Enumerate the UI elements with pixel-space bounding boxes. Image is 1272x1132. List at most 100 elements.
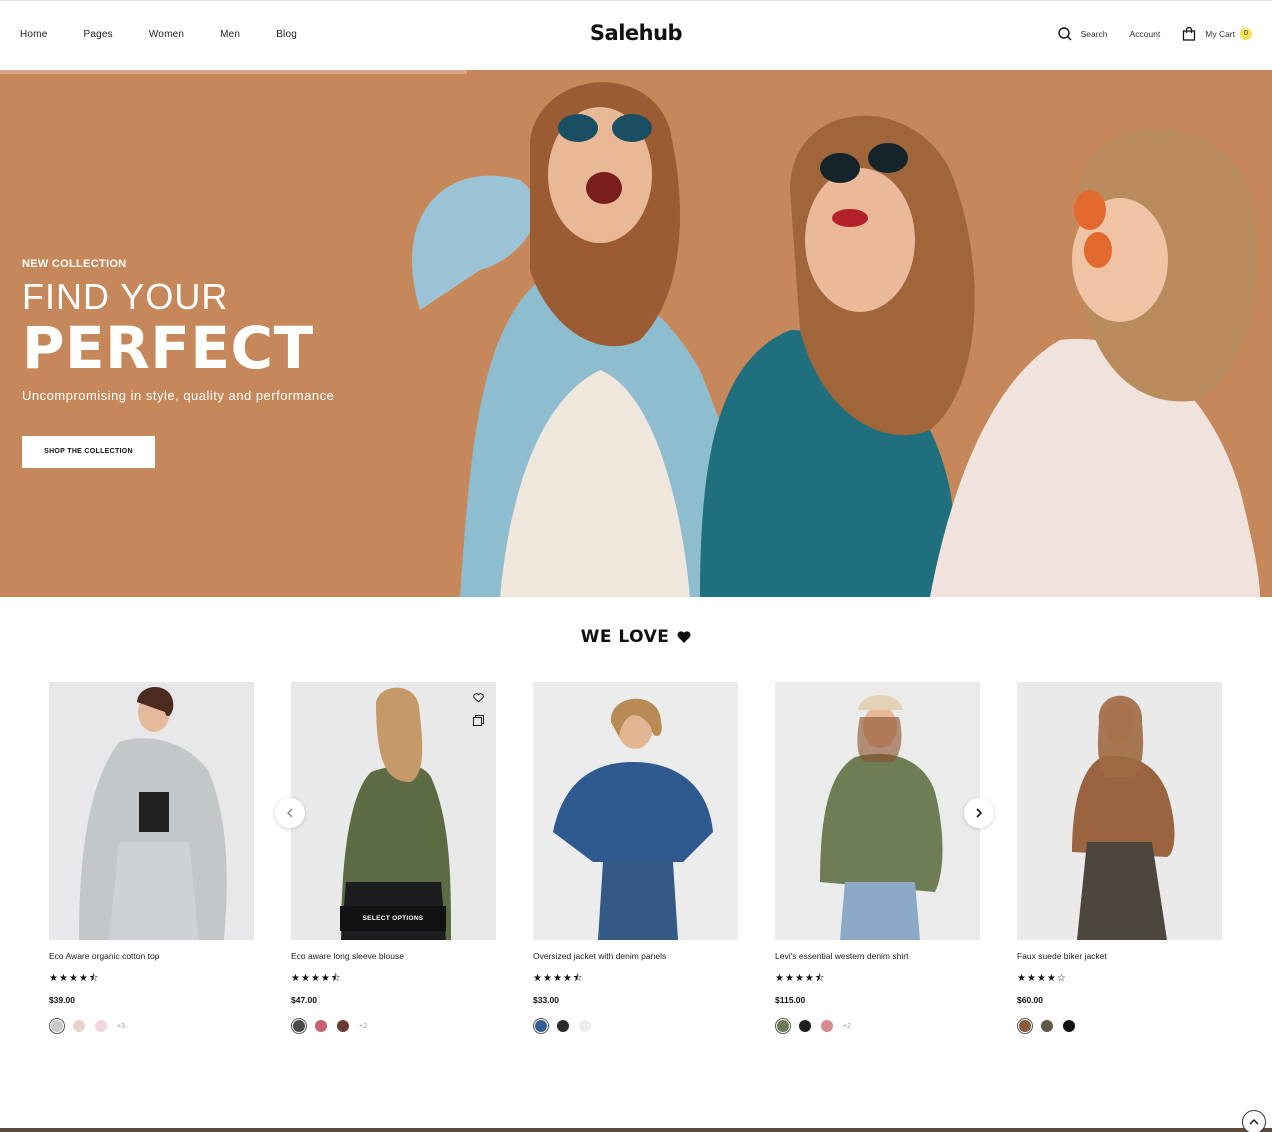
nav-pages-link[interactable]: Pages (83, 29, 112, 40)
product-rating: ★ ★ ★ ★ ⯪ (775, 974, 980, 984)
shopping-bag-icon (1183, 27, 1196, 41)
color-swatch[interactable] (577, 1018, 593, 1034)
product-name[interactable]: Eco aware long sleeve blouse (291, 951, 496, 963)
product-name[interactable]: Eco Aware organic cotton top (49, 951, 254, 963)
footer-strip (0, 1128, 1272, 1132)
star-icon: ★ (78, 973, 88, 984)
cart-count-badge: 0 (1240, 28, 1252, 40)
star-half-icon: ⯪ (572, 973, 583, 984)
color-swatches: +2 (775, 1018, 980, 1034)
product-card[interactable]: Oversized jacket with denim panels ★ ★ ★ ★ ⯪… (533, 682, 738, 1034)
quick-view-icon (472, 714, 484, 726)
hero-copy: NEW COLLECTION FIND YOUR PERFECT Uncompr… (22, 258, 334, 403)
product-card[interactable]: Levi's essential western denim shirt ★ ★ ★… (775, 682, 980, 1034)
product-name[interactable]: Oversized jacket with denim panels (533, 951, 738, 963)
account-label: Account (1129, 29, 1161, 39)
color-swatch[interactable] (335, 1018, 351, 1034)
product-price: $33.00 (533, 995, 559, 1005)
color-swatch[interactable] (1017, 1018, 1033, 1034)
color-swatch[interactable] (93, 1018, 109, 1034)
product-image[interactable] (1017, 682, 1222, 940)
wishlist-button[interactable] (470, 690, 486, 706)
nav-women-link[interactable]: Women (149, 29, 184, 40)
product-image[interactable] (775, 682, 980, 940)
section-heading: WE LOVE (0, 627, 1272, 647)
carousel-prev-button[interactable] (275, 798, 305, 828)
account-link[interactable]: Account (1130, 29, 1161, 39)
star-icon: ★ (533, 973, 542, 984)
color-swatch[interactable] (775, 1018, 791, 1034)
product-name[interactable]: Levi's essential western denim shirt (775, 951, 980, 963)
product-rating: ★ ★ ★ ★ ⯪ (49, 974, 254, 984)
site-header: Home Pages Women Men Blog Salehub Search… (0, 0, 1272, 70)
product-image[interactable] (533, 682, 738, 940)
product-rating: ★ ★ ★ ★ ☆ (1017, 974, 1222, 984)
back-to-top-button[interactable] (1242, 1110, 1266, 1132)
shop-collection-button[interactable]: SHOP THE COLLECTION (22, 436, 155, 468)
color-swatch[interactable] (533, 1018, 549, 1034)
nav-men-link[interactable]: Men (220, 29, 240, 40)
product-price: $39.00 (49, 995, 75, 1005)
hero-subtitle: Uncompromising in style, quality and per… (22, 388, 335, 403)
main-nav: Home Pages Women Men Blog (20, 29, 333, 40)
select-options-button[interactable]: SELECT OPTIONS (340, 906, 446, 931)
heart-outline-icon (472, 693, 484, 703)
product-card[interactable]: SELECT OPTIONS Eco aware long sleeve blo… (291, 682, 496, 1034)
product-photo (775, 682, 980, 940)
color-swatches: +2 (291, 1018, 496, 1034)
nav-blog-link[interactable]: Blog (276, 29, 297, 40)
star-icon: ★ (552, 973, 562, 984)
star-icon: ★ (794, 973, 804, 984)
more-colors-count: +2 (843, 1022, 851, 1030)
product-price: $115.00 (775, 995, 806, 1005)
color-swatches (1017, 1018, 1222, 1034)
star-icon: ★ (784, 973, 794, 984)
product-photo (49, 682, 254, 940)
product-card[interactable]: Eco Aware organic cotton top ★ ★ ★ ★ ⯪ $39.0… (49, 682, 254, 1034)
color-swatch[interactable] (797, 1018, 813, 1034)
hero-eyebrow: NEW COLLECTION (22, 258, 127, 270)
site-logo[interactable]: Salehub (590, 21, 683, 45)
product-image[interactable] (49, 682, 254, 940)
chevron-left-icon (287, 808, 293, 818)
star-icon: ★ (1046, 973, 1056, 984)
star-icon: ★ (562, 973, 572, 984)
cart-label: My Cart (1205, 29, 1235, 39)
star-icon: ★ (291, 973, 300, 984)
star-icon: ★ (542, 973, 552, 984)
star-icon: ★ (1036, 973, 1046, 984)
star-icon: ★ (300, 973, 310, 984)
search-button[interactable]: Search (1057, 27, 1108, 41)
more-colors-count: +3 (117, 1022, 125, 1030)
quick-view-button[interactable] (470, 712, 486, 728)
nav-home-link[interactable]: Home (20, 29, 47, 40)
star-icon: ★ (49, 973, 58, 984)
heart-icon (677, 631, 691, 643)
color-swatch[interactable] (555, 1018, 571, 1034)
product-name[interactable]: Faux suede biker jacket (1017, 951, 1222, 963)
color-swatch[interactable] (819, 1018, 835, 1034)
color-swatch[interactable] (49, 1018, 65, 1034)
star-icon: ★ (310, 973, 320, 984)
more-colors-count: +2 (359, 1022, 367, 1030)
product-price: $47.00 (291, 995, 317, 1005)
product-image[interactable]: SELECT OPTIONS (291, 682, 496, 940)
color-swatch[interactable] (71, 1018, 87, 1034)
carousel-next-button[interactable] (964, 798, 994, 828)
product-card[interactable]: Faux suede biker jacket ★ ★ ★ ★ ☆ $60.00 (1017, 682, 1222, 1034)
color-swatch[interactable] (1061, 1018, 1077, 1034)
cart-button[interactable]: My Cart 0 (1182, 27, 1252, 41)
star-icon: ★ (68, 973, 78, 984)
product-rating: ★ ★ ★ ★ ⯪ (291, 974, 496, 984)
search-label: Search (1080, 29, 1108, 39)
product-carousel: Eco Aware organic cotton top ★ ★ ★ ★ ⯪ $39.0… (49, 682, 1222, 1042)
color-swatches: +3 (49, 1018, 254, 1034)
search-icon (1057, 27, 1072, 41)
star-icon: ★ (320, 973, 330, 984)
color-swatch[interactable] (1039, 1018, 1055, 1034)
color-swatch[interactable] (291, 1018, 307, 1034)
star-icon: ★ (804, 973, 814, 984)
color-swatch[interactable] (313, 1018, 329, 1034)
star-icon: ★ (58, 973, 68, 984)
star-icon: ★ (775, 973, 784, 984)
